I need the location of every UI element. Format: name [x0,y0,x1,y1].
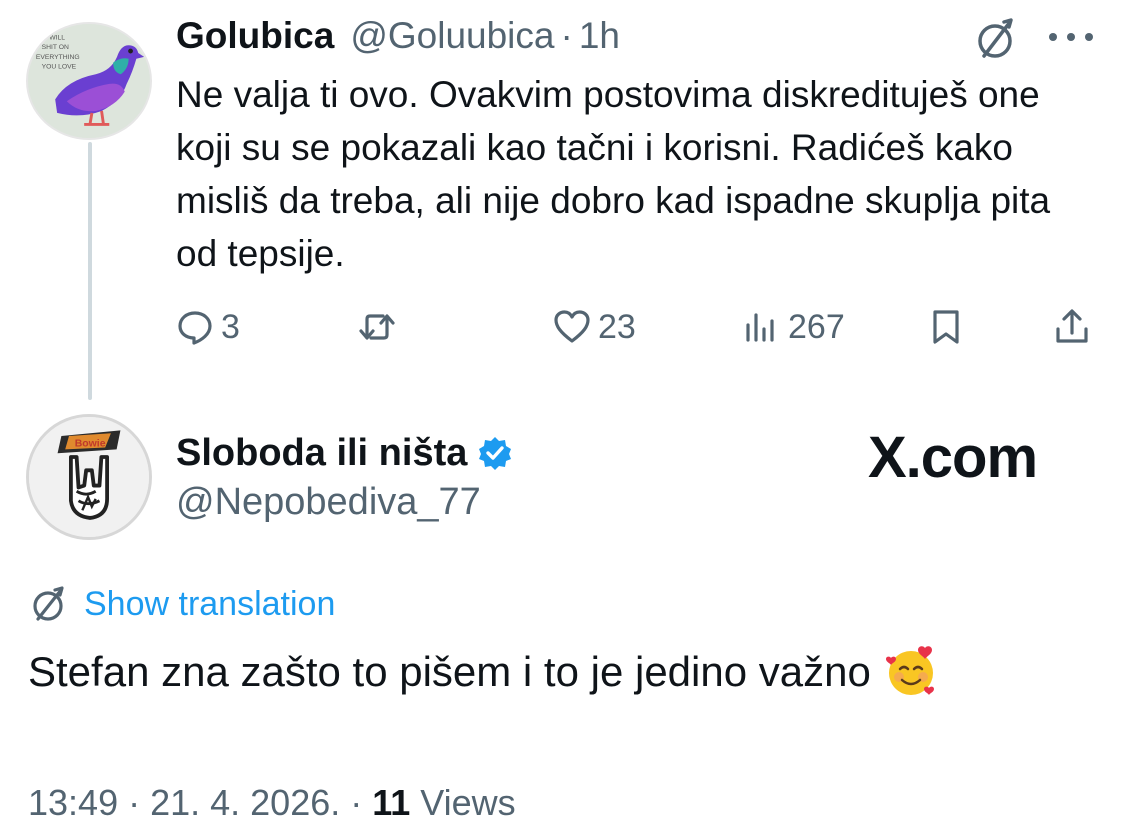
avatar-text-line-3: EVERYTHING [36,54,80,61]
like-count: 23 [598,307,636,346]
reply-button[interactable]: 3 [175,300,240,354]
reply-tweet-text: Ne valja ti ovo. Ovakvim postovima diskr… [176,74,1051,274]
reply-tweet-header: Golubica @Goluubica · 1h [176,14,620,58]
reply-action-bar: 3 23 267 [0,300,1125,354]
tweet-timestamp[interactable]: 13:49 · 21. 4. 2026. · [28,782,372,823]
tweet-metadata: 13:49 · 21. 4. 2026. · 11 Views [28,782,516,824]
avatar-text-line-2: SHIT ON [42,44,69,51]
view-count: 267 [788,307,845,346]
avatar-text-line-4: YOU LOVE [42,63,77,70]
translate-icon[interactable] [970,14,1020,64]
reply-icon [178,311,212,345]
header-separator: · [560,15,573,56]
views-analytics-icon [746,313,774,342]
share-icon [1056,309,1088,343]
thread-connector-line [88,142,92,400]
main-tweet-text: Stefan zna zašto to pišem i to je jedino… [28,648,871,695]
repost-icon [359,314,395,340]
views-button[interactable]: 267 [742,300,845,354]
main-author-name[interactable]: Sloboda ili ništa [176,432,467,475]
tweet-views-label: Views [410,782,516,823]
rock-hand-avatar-image: Bowie [29,417,149,537]
avatar-text-line-1: I WILL [46,34,66,41]
more-options-icon[interactable] [1046,30,1096,44]
xcom-watermark: X.com [868,425,1038,490]
main-author-handle[interactable]: @Nepobediva_77 [176,481,481,524]
reply-author-name[interactable]: Golubica [176,15,334,57]
pigeon-avatar-image: I WILL SHIT ON EVERYTHING YOU LOVE [28,24,150,138]
avatar-sloboda[interactable]: Bowie [26,414,152,540]
bookmark-button[interactable] [926,300,966,354]
reply-author-handle[interactable]: @Goluubica [350,15,554,57]
repost-button[interactable] [357,300,397,354]
reply-time[interactable]: 1h [579,15,620,57]
verified-badge-icon[interactable] [477,435,513,471]
main-author-name-row: Sloboda ili ništa [176,430,513,476]
smiling-face-with-hearts-icon [885,646,934,695]
translate-icon [33,586,64,621]
avatar-golubica[interactable]: I WILL SHIT ON EVERYTHING YOU LOVE [26,22,152,140]
show-translation-label: Show translation [84,584,336,623]
show-translation-link[interactable]: Show translation [28,582,335,626]
heart-icon [554,310,590,343]
tweet-views-count: 11 [372,782,411,823]
share-button[interactable] [1052,300,1092,354]
avatar-badge-text: Bowie [75,439,106,450]
main-tweet-text-row: Stefan zna zašto to pišem i to je jedino… [28,644,939,700]
reply-count: 3 [221,307,240,346]
like-button[interactable]: 23 [552,300,636,354]
bookmark-icon [933,310,959,344]
